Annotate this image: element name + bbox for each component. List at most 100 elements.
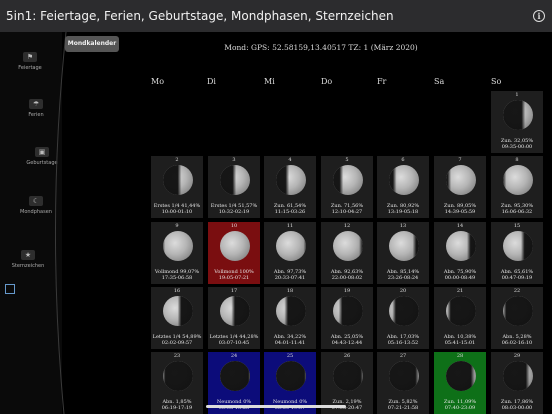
day-number: 22 [513,288,521,294]
rise-set-time: 12:10-04:27 [331,209,363,215]
day-cell[interactable]: 4 Zun. 61,54% 11:15-03:26 [264,156,316,218]
moon-phase-icon [446,231,476,261]
calendar-icon[interactable] [5,284,15,294]
day-number: 16 [173,288,181,294]
day-cell[interactable]: 19 Abn. 25,05% 04:43-12:44 [321,287,373,349]
rise-set-time: 19:05-07:21 [218,275,250,281]
moon-phase-icon [389,296,419,326]
day-cell[interactable]: 21 Abn. 10,38% 05:41-15:01 [434,287,486,349]
day-cell[interactable]: 1 Zun. 32,05% 09:35-00:00 [491,91,543,153]
rise-set-time: 17:35-06:58 [161,275,193,281]
moon-phase-icon [446,165,476,195]
day-cell[interactable]: 6 Zun. 80,92% 13:19-05:18 [377,156,429,218]
moon-phase-icon [503,361,533,391]
moon-phase-icon [276,165,306,195]
day-number: 26 [343,353,351,359]
rise-set-time: 04:01-11:41 [274,340,306,346]
rise-set-time: 05:16-13:52 [387,340,419,346]
day-cell[interactable]: 23 Abn. 1,85% 06:19-17:19 [151,352,203,414]
weekday-so: So [491,77,502,86]
day-number: 3 [232,157,236,163]
day-number: 28 [456,353,464,359]
rise-set-time: 11:15-03:26 [274,209,306,215]
moon-phase-icon [503,231,533,261]
moon-phase-icon [163,361,193,391]
rise-set-time: 00:00-08:49 [444,275,476,281]
moon-phase-icon [389,231,419,261]
day-number: 8 [515,157,519,163]
moon-phase-icon [389,361,419,391]
moon-phase-icon [446,296,476,326]
decorative-curve [54,32,67,414]
day-number: 20 [399,288,407,294]
rise-set-time: 22:00-08:02 [331,275,363,281]
rise-set-time: 23:26-08:24 [387,275,419,281]
flag-icon: ⚑ [23,52,37,62]
rise-set-time: 06:02-16:10 [501,340,533,346]
location-info: Mond: GPS: 52.58159,13.40517 TZ: 1 (März… [224,43,418,52]
rise-set-time: 07:40-23:09 [444,405,476,411]
rise-set-time: 10:00-01:10 [161,209,193,215]
day-cell[interactable]: 7 Zun. 89,05% 14:39-05:59 [434,156,486,218]
day-cell[interactable]: 16 Letztes 1/4 54,89% 02:02-09:57 [151,287,203,349]
rise-set-time: 03:07-10:45 [218,340,250,346]
scroll-indicator[interactable] [206,405,346,408]
day-number: 29 [513,353,521,359]
weekday-mi: Mi [264,77,275,86]
day-number: 4 [288,157,292,163]
moon-phase-icon [220,361,250,391]
day-number: 18 [286,288,294,294]
day-number: 1 [515,92,519,98]
day-cell[interactable]: 28 Zun. 11,09% 07:40-23:09 [434,352,486,414]
moon-phase-icon [276,231,306,261]
moon-phase-icon [503,165,533,195]
rise-set-time: 13:19-05:18 [387,209,419,215]
rise-set-time: 04:43-12:44 [331,340,363,346]
rise-set-time: 20:33-07:41 [274,275,306,281]
day-cell[interactable]: 5 Zun. 71,56% 12:10-04:27 [321,156,373,218]
day-number: 27 [399,353,407,359]
day-cell[interactable]: 20 Abn. 17,03% 05:16-13:52 [377,287,429,349]
day-cell[interactable]: 2 Erstes 1/4 41,44% 10:00-01:10 [151,156,203,218]
day-cell[interactable]: 15 Abn. 65,61% 00:47-09:19 [491,222,543,284]
rise-set-time: 07:21-21:58 [387,405,419,411]
day-cell[interactable]: 8 Zun. 95,30% 16:06-06:32 [491,156,543,218]
day-cell[interactable]: 27 Zun. 5,82% 07:21-21:58 [377,352,429,414]
moon-phase-icon [163,165,193,195]
moon-phase-icon [333,296,363,326]
rise-set-time: 16:06-06:32 [501,209,533,215]
day-cell[interactable]: 18 Abn. 34,22% 04:01-11:41 [264,287,316,349]
day-cell[interactable]: 22 Abn. 5,28% 06:02-16:10 [491,287,543,349]
day-number: 13 [399,223,407,229]
title-bar: 5in1: Feiertage, Ferien, Geburtstage, Mo… [0,0,552,32]
day-cell[interactable]: 29 Zun. 17,86% 08:03-00:00 [491,352,543,414]
day-number: 19 [343,288,351,294]
day-cell[interactable]: 11 Abn. 97,73% 20:33-07:41 [264,222,316,284]
day-number: 15 [513,223,521,229]
day-number: 11 [286,223,294,229]
day-number: 2 [175,157,179,163]
rise-set-time: 14:39-05:59 [444,209,476,215]
info-icon[interactable]: i [533,10,545,22]
day-number: 14 [456,223,464,229]
moon-phase-icon [220,296,250,326]
moon-phase-icon [220,231,250,261]
moon-phase-icon [333,231,363,261]
moon-phase-icon [276,361,306,391]
moon-phase-icon [163,296,193,326]
day-cell[interactable]: 13 Abn. 85,14% 23:26-08:24 [377,222,429,284]
day-cell[interactable]: 14 Abn. 75,90% 00:00-08:49 [434,222,486,284]
day-cell[interactable]: 10 Vollmond 100% 19:05-07:21 [208,222,260,284]
day-number: 9 [175,223,179,229]
day-cell[interactable]: 9 Vollmond 99,07% 17:35-06:58 [151,222,203,284]
day-number: 24 [230,353,238,359]
moon-phase-icon [276,296,306,326]
day-cell[interactable]: 12 Abn. 92,63% 22:00-08:02 [321,222,373,284]
day-cell[interactable]: 3 Erstes 1/4 51,57% 10:32-02:19 [208,156,260,218]
rise-set-time: 08:03-00:00 [501,405,533,411]
star-icon: ★ [21,250,35,260]
day-number: 21 [456,288,464,294]
day-cell[interactable]: 17 Letztes 1/4 44,28% 03:07-10:45 [208,287,260,349]
moon-phase-icon [220,165,250,195]
day-number: 12 [343,223,351,229]
